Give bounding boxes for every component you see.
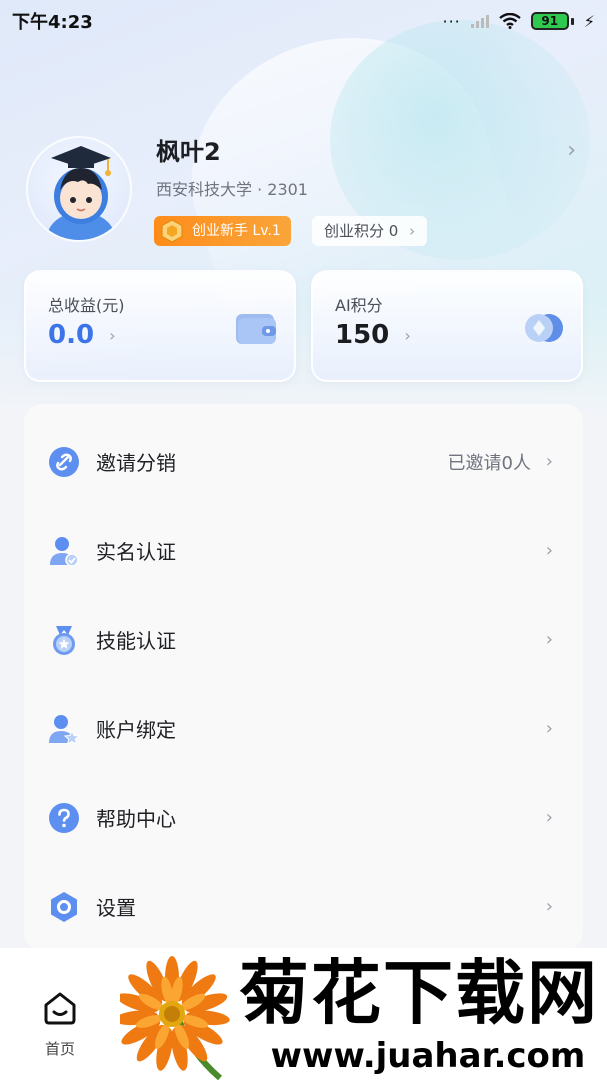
ai-points-card[interactable]: AI积分 150 › [311,270,583,382]
battery-icon: 91 [530,12,574,30]
status-time: 下午4:23 [12,12,93,33]
student-avatar-icon [47,146,115,240]
charging-icon: ⚡ [583,11,595,31]
home-smile-icon [44,992,76,1025]
earnings-value-row: 0.0 › [48,320,116,350]
medal-icon [53,625,75,655]
chevron-right-icon: › [409,222,416,240]
menu-item-label: 账户绑定 [96,718,176,742]
profile-header[interactable]: 枫叶2 西安科技大学 · 2301 › 创业新手 Lv.1 创业积分 0 › [26,130,586,250]
status-icons: ··· 91 ⚡ [443,12,596,31]
menu-item-account-binding[interactable]: 账户绑定 › [24,684,583,773]
chevron-right-icon: › [545,540,553,561]
watermark-banner: 菊花下载网 www.juahar.com [120,948,607,1080]
wifi-icon [499,13,521,29]
chevron-right-icon: › [109,326,116,345]
chevron-right-icon: › [545,718,553,739]
menu-item-invite[interactable]: 邀请分销 已邀请0人 › [24,417,583,506]
level-badge-label: 创业新手 Lv.1 [192,223,281,239]
tab-home[interactable]: 首页 [0,948,120,1080]
menu-item-label: 邀请分销 [96,451,176,475]
battery-level: 91 [530,12,569,30]
invite-count: 已邀请0人 [447,452,531,474]
chrysanthemum-flower-icon [120,956,230,1080]
earnings-label: 总收益(元) [48,296,125,315]
ai-points-label: AI积分 [335,296,383,315]
menu-item-label: 设置 [96,896,136,920]
watermark-title: 菊花下载网 [239,952,599,1034]
ai-points-value: 150 [335,320,390,350]
chevron-right-icon: › [545,451,553,472]
signal-icon [470,14,489,28]
chevron-right-icon: › [404,326,411,345]
settings-hex-icon [51,891,77,922]
coin-stack-icon [525,314,563,342]
status-bar: 下午4:23 ··· 91 ⚡ [0,0,607,42]
level-hexagon-icon [161,219,183,243]
chevron-right-icon: › [545,807,553,828]
help-icon [49,802,79,833]
avatar[interactable] [26,136,132,242]
earnings-value: 0.0 [48,320,95,350]
menu-item-label: 技能认证 [96,629,176,653]
user-star-icon [49,714,80,745]
chevron-right-icon: › [545,629,553,650]
menu-item-real-name[interactable]: 实名认证 › [24,506,583,595]
menu-item-label: 帮助中心 [96,807,176,831]
user-name: 枫叶2 [156,138,221,166]
user-school: 西安科技大学 · 2301 [156,180,308,199]
menu-list: 邀请分销 已邀请0人 › 实名认证 › 技能认证 › 账户绑定 › 帮助中心 ›… [24,404,583,950]
earnings-card[interactable]: 总收益(元) 0.0 › [24,270,296,382]
tab-home-label: 首页 [44,1040,75,1058]
menu-item-label: 实名认证 [96,540,176,564]
notification-dots-icon: ··· [442,11,461,31]
verified-user-icon [50,536,79,567]
link-icon [49,446,79,477]
menu-item-skill[interactable]: 技能认证 › [24,595,583,684]
ai-points-value-row: 150 › [335,320,411,350]
points-badge-label: 创业积分 0 [324,222,399,240]
level-badge[interactable]: 创业新手 Lv.1 [154,216,291,246]
chevron-right-icon[interactable]: › [567,138,576,163]
chevron-right-icon: › [545,896,553,917]
menu-item-help[interactable]: 帮助中心 › [24,773,583,862]
points-badge[interactable]: 创业积分 0 › [312,216,428,246]
watermark-url: www.juahar.com [270,1036,586,1076]
wallet-icon [236,314,276,344]
menu-item-settings[interactable]: 设置 › [24,862,583,951]
